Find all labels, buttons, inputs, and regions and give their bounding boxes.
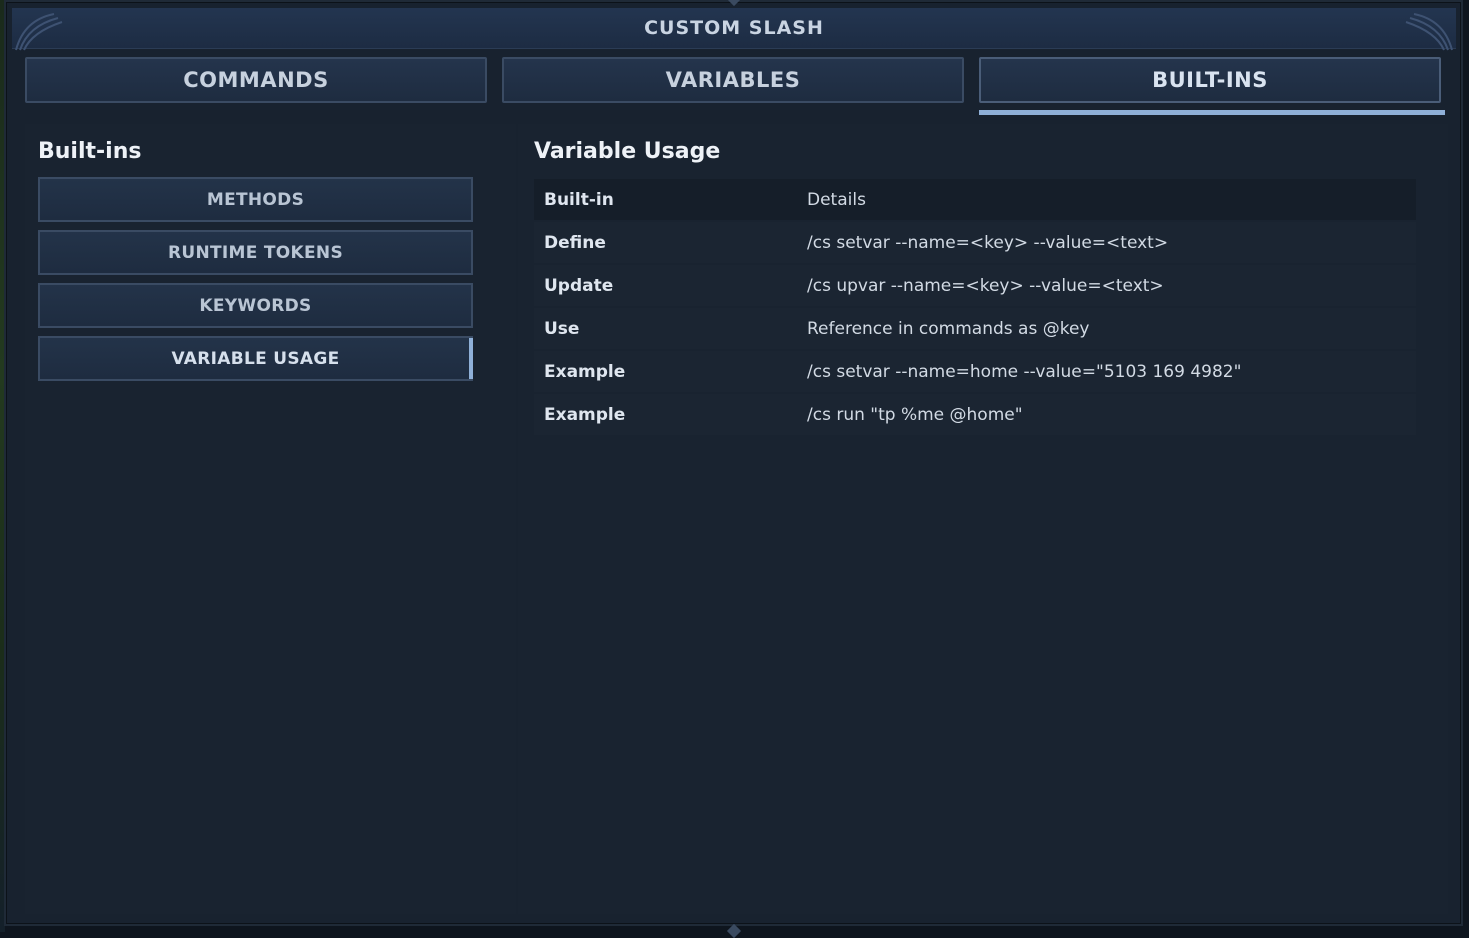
variable-usage-table: Built-in Details Define /cs setvar --nam…: [534, 179, 1416, 437]
sidebar-item-label: METHODS: [206, 189, 305, 210]
table-row: Example /cs setvar --name=home --value="…: [534, 351, 1416, 392]
column-header-built-in: Built-in: [544, 189, 614, 210]
tab-commands[interactable]: COMMANDS: [25, 57, 487, 103]
row-key: Example: [544, 361, 626, 382]
row-value: /cs setvar --name=home --value="5103 169…: [807, 361, 1242, 382]
row-value: /cs upvar --name=<key> --value=<text>: [807, 275, 1164, 296]
window-title: CUSTOM SLASH: [644, 17, 824, 39]
sidebar-item-label: VARIABLE USAGE: [171, 348, 340, 369]
row-value: /cs setvar --name=<key> --value=<text>: [807, 232, 1169, 253]
corner-ornament-icon: [1405, 13, 1453, 51]
sidebar-item-runtime-tokens[interactable]: RUNTIME TOKENS: [38, 230, 473, 275]
column-header-details: Details: [807, 189, 866, 210]
tab-variables[interactable]: VARIABLES: [502, 57, 964, 103]
title-bar: CUSTOM SLASH: [12, 8, 1456, 51]
row-key: Example: [544, 404, 626, 425]
sidebar-item-label: RUNTIME TOKENS: [168, 242, 343, 263]
row-key: Update: [544, 275, 614, 296]
active-item-indicator: [469, 338, 473, 379]
content-title: Variable Usage: [534, 139, 721, 164]
row-key: Define: [544, 232, 606, 253]
row-value: /cs run "tp %me @home": [807, 404, 1023, 425]
table-header-row: Built-in Details: [534, 179, 1416, 220]
corner-ornament-icon: [15, 13, 63, 51]
sidebar-title: Built-ins: [38, 139, 142, 164]
sidebar-item-variable-usage[interactable]: VARIABLE USAGE: [38, 336, 473, 381]
tab-bar: COMMANDS VARIABLES BUILT-INS: [25, 57, 1445, 117]
table-row: Update /cs upvar --name=<key> --value=<t…: [534, 265, 1416, 306]
table-row: Example /cs run "tp %me @home": [534, 394, 1416, 435]
row-key: Use: [544, 318, 580, 339]
table-row: Use Reference in commands as @key: [534, 308, 1416, 349]
active-tab-indicator: [979, 110, 1445, 115]
sidebar-item-keywords[interactable]: KEYWORDS: [38, 283, 473, 328]
sidebar-item-label: KEYWORDS: [199, 295, 312, 316]
sidebar-item-methods[interactable]: METHODS: [38, 177, 473, 222]
frame-ornament-bottom: [726, 923, 742, 938]
row-value: Reference in commands as @key: [807, 318, 1090, 339]
tab-built-ins[interactable]: BUILT-INS: [979, 57, 1441, 103]
table-row: Define /cs setvar --name=<key> --value=<…: [534, 222, 1416, 263]
